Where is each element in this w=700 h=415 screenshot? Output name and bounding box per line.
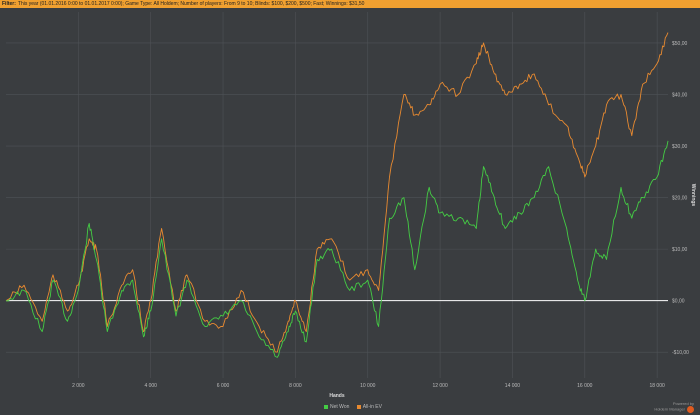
y-axis-label: Winnings — [690, 184, 696, 207]
y-axis-ticks: -$10,00 $0,00 $10,00 $20,00 $30,00 $40,00 $50,… — [672, 41, 689, 356]
x-tick-label: 8 000 — [289, 383, 302, 389]
legend: Net Won All-in EV — [0, 404, 700, 410]
x-tick-label: 18 000 — [649, 383, 665, 389]
y-tick-label: $10,00 — [672, 247, 688, 253]
legend-swatch-net-won — [324, 404, 329, 409]
legend-label-all-in-ev: All-in EV — [362, 404, 382, 410]
y-tick-label: $30,00 — [672, 144, 688, 150]
filter-bar: Filter: This year (01.01.2016 0:00 to 01.… — [0, 0, 700, 8]
legend-swatch-all-in-ev — [356, 404, 361, 409]
branding-line2: Holdem Manager — [654, 406, 685, 412]
x-tick-label: 12 000 — [432, 383, 448, 389]
x-axis-label: Hands — [329, 393, 345, 399]
filter-text: This year (01.01.2016 0:00 to 01.01.2017… — [17, 1, 365, 7]
y-tick-label: $50,00 — [672, 41, 688, 47]
legend-label-net-won: Net Won — [330, 404, 350, 410]
series-line-all-in-ev — [5, 32, 669, 353]
x-tick-label: 6 000 — [217, 383, 230, 389]
branding: Powered by Holdem Manager — [654, 401, 694, 413]
x-tick-label: 14 000 — [505, 383, 521, 389]
x-tick-label: 16 000 — [577, 383, 593, 389]
holdem-manager-logo-icon — [687, 406, 694, 413]
x-axis-ticks: 2 000 4 000 6 000 8 000 10 000 12 000 14 000 16… — [72, 383, 665, 389]
filter-label: Filter: — [2, 1, 16, 7]
grid — [6, 12, 668, 378]
y-tick-label: $0,00 — [672, 299, 685, 305]
x-tick-label: 2 000 — [72, 383, 85, 389]
y-tick-label: $20,00 — [672, 196, 688, 202]
series-lines — [5, 32, 669, 358]
winnings-chart: 2 000 4 000 6 000 8 000 10 000 12 000 14 000 16… — [5, 12, 696, 399]
x-tick-label: 10 000 — [360, 383, 376, 389]
x-tick-label: 4 000 — [144, 383, 157, 389]
y-tick-label: $40,00 — [672, 92, 688, 98]
y-tick-label: -$10,00 — [672, 350, 689, 356]
